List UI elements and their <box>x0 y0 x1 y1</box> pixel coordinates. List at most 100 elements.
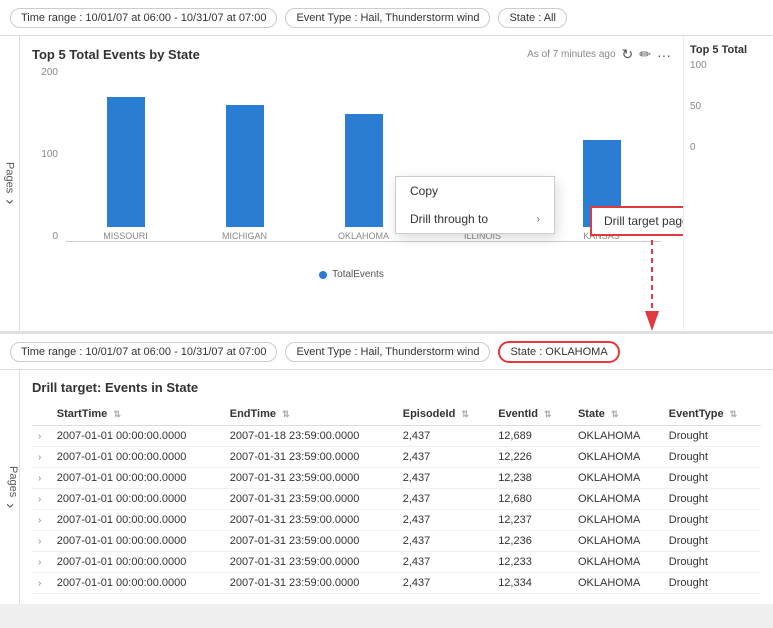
row-eventtype: Drought <box>663 489 761 510</box>
row-expand[interactable]: › <box>32 552 51 573</box>
bar-oklahoma[interactable] <box>345 114 383 227</box>
row-endtime: 2007-01-31 23:59:00.0000 <box>224 510 397 531</box>
row-expand[interactable]: › <box>32 489 51 510</box>
bar-label-oklahoma: OKLAHOMA <box>338 231 389 241</box>
y-axis: 200 100 0 <box>32 67 62 242</box>
table-row: › 2007-01-01 00:00:00.0000 2007-01-31 23… <box>32 510 761 531</box>
filter2-pill-state-highlighted[interactable]: State : OKLAHOMA <box>498 341 619 363</box>
row-expand[interactable]: › <box>32 573 51 594</box>
drill-data-table: StartTime ⇅ EndTime ⇅ EpisodeId ⇅ EventI… <box>32 403 761 594</box>
right-chart-title: Top 5 Total <box>690 44 767 56</box>
col-expand <box>32 403 51 426</box>
chart-controls: As of 7 minutes ago ↻ ✏ ··· <box>527 46 671 63</box>
sort-icon-episodeid: ⇅ <box>461 409 469 419</box>
col-episodeid[interactable]: EpisodeId ⇅ <box>397 403 492 426</box>
second-filter-bar: Time range : 10/01/07 at 06:00 - 10/31/0… <box>0 334 773 370</box>
row-expand[interactable]: › <box>32 531 51 552</box>
row-endtime: 2007-01-31 23:59:00.0000 <box>224 552 397 573</box>
y-axis-0: 0 <box>52 231 58 242</box>
row-state: OKLAHOMA <box>572 531 663 552</box>
sort-icon-endtime: ⇅ <box>282 409 290 419</box>
drill-target-box[interactable]: Drill target page <box>590 206 683 236</box>
row-eventtype: Drought <box>663 510 761 531</box>
drill-table-title: Drill target: Events in State <box>32 380 761 395</box>
right-partial-chart: Top 5 Total 100 50 0 <box>683 36 773 331</box>
refresh-icon[interactable]: ↻ <box>622 46 634 63</box>
bars-container: MISSOURI MICHIGAN OKLAHOMA ILLINOIS <box>66 67 661 242</box>
table-row: › 2007-01-01 00:00:00.0000 2007-01-31 23… <box>32 447 761 468</box>
filter-pill-state[interactable]: State : All <box>498 8 566 28</box>
table-row: › 2007-01-01 00:00:00.0000 2007-01-31 23… <box>32 573 761 594</box>
top-section: Pages › Top 5 Total Events by State As o… <box>0 36 773 334</box>
bar-label-michigan: MICHIGAN <box>222 231 267 241</box>
edit-icon[interactable]: ✏ <box>639 46 651 63</box>
chart-title-row: Top 5 Total Events by State As of 7 minu… <box>32 46 671 63</box>
row-endtime: 2007-01-31 23:59:00.0000 <box>224 468 397 489</box>
filter2-pill-eventtype[interactable]: Event Type : Hail, Thunderstorm wind <box>285 342 490 362</box>
as-of-label: As of 7 minutes ago <box>527 49 615 60</box>
chart-legend: TotalEvents <box>32 269 671 280</box>
row-expand[interactable]: › <box>32 510 51 531</box>
y-axis-200: 200 <box>41 67 58 78</box>
bar-missouri[interactable] <box>107 97 145 228</box>
row-eventid: 12,237 <box>492 510 572 531</box>
row-episodeid: 2,437 <box>397 489 492 510</box>
context-menu-drill-through[interactable]: Drill through to › <box>396 205 554 233</box>
bar-group-missouri[interactable]: MISSOURI <box>66 67 185 241</box>
col-state[interactable]: State ⇅ <box>572 403 663 426</box>
filter-pill-eventtype[interactable]: Event Type : Hail, Thunderstorm wind <box>285 8 490 28</box>
table-header-row: StartTime ⇅ EndTime ⇅ EpisodeId ⇅ EventI… <box>32 403 761 426</box>
row-state: OKLAHOMA <box>572 447 663 468</box>
row-starttime: 2007-01-01 00:00:00.0000 <box>51 573 224 594</box>
submenu-arrow-icon: › <box>537 214 540 225</box>
table-row: › 2007-01-01 00:00:00.0000 2007-01-31 23… <box>32 489 761 510</box>
pages-chevron-icon-bottom: › <box>1 503 19 508</box>
row-episodeid: 2,437 <box>397 552 492 573</box>
pages-tab-bottom[interactable]: Pages › <box>0 370 20 604</box>
row-expand[interactable]: › <box>32 468 51 489</box>
row-starttime: 2007-01-01 00:00:00.0000 <box>51 426 224 447</box>
sort-icon-starttime: ⇅ <box>113 409 121 419</box>
filter2-pill-timerange[interactable]: Time range : 10/01/07 at 06:00 - 10/31/0… <box>10 342 277 362</box>
row-starttime: 2007-01-01 00:00:00.0000 <box>51 468 224 489</box>
chart-title: Top 5 Total Events by State <box>32 47 200 62</box>
row-endtime: 2007-01-31 23:59:00.0000 <box>224 489 397 510</box>
row-state: OKLAHOMA <box>572 468 663 489</box>
row-expand[interactable]: › <box>32 447 51 468</box>
row-episodeid: 2,437 <box>397 426 492 447</box>
row-starttime: 2007-01-01 00:00:00.0000 <box>51 510 224 531</box>
row-eventtype: Drought <box>663 468 761 489</box>
filter-pill-timerange[interactable]: Time range : 10/01/07 at 06:00 - 10/31/0… <box>10 8 277 28</box>
row-expand[interactable]: › <box>32 426 51 447</box>
pages-chevron-icon: › <box>1 199 19 204</box>
row-starttime: 2007-01-01 00:00:00.0000 <box>51 489 224 510</box>
row-endtime: 2007-01-31 23:59:00.0000 <box>224 531 397 552</box>
col-endtime[interactable]: EndTime ⇅ <box>224 403 397 426</box>
context-menu-copy[interactable]: Copy <box>396 177 554 205</box>
legend-dot <box>319 271 327 279</box>
col-eventid[interactable]: EventId ⇅ <box>492 403 572 426</box>
row-state: OKLAHOMA <box>572 489 663 510</box>
col-eventtype[interactable]: EventType ⇅ <box>663 403 761 426</box>
sort-icon-eventid: ⇅ <box>544 409 552 419</box>
row-starttime: 2007-01-01 00:00:00.0000 <box>51 552 224 573</box>
more-icon[interactable]: ··· <box>657 47 671 63</box>
row-endtime: 2007-01-31 23:59:00.0000 <box>224 573 397 594</box>
bar-michigan[interactable] <box>226 105 264 227</box>
row-eventid: 12,680 <box>492 489 572 510</box>
right-y-50: 50 <box>690 101 767 112</box>
row-eventtype: Drought <box>663 552 761 573</box>
row-episodeid: 2,437 <box>397 468 492 489</box>
row-starttime: 2007-01-01 00:00:00.0000 <box>51 447 224 468</box>
row-eventid: 12,226 <box>492 447 572 468</box>
row-eventtype: Drought <box>663 573 761 594</box>
drill-through-label: Drill through to <box>410 212 488 226</box>
pages-tab-top[interactable]: Pages › <box>0 36 20 331</box>
col-starttime[interactable]: StartTime ⇅ <box>51 403 224 426</box>
bar-group-michigan[interactable]: MICHIGAN <box>185 67 304 241</box>
row-episodeid: 2,437 <box>397 447 492 468</box>
right-y-0: 0 <box>690 142 767 153</box>
row-eventid: 12,233 <box>492 552 572 573</box>
bottom-section: Pages › Drill target: Events in State St… <box>0 370 773 604</box>
row-starttime: 2007-01-01 00:00:00.0000 <box>51 531 224 552</box>
